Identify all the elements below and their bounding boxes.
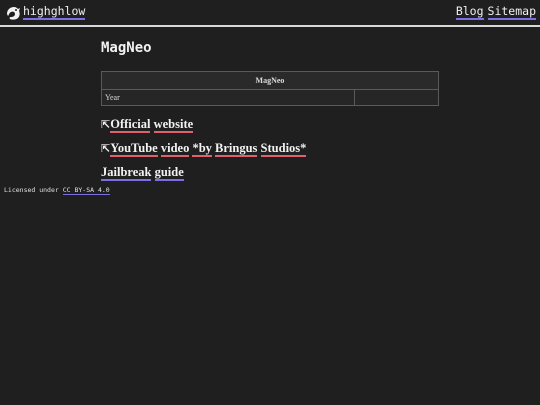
- link-word: video: [160, 141, 190, 157]
- nav-blog-link[interactable]: Blog: [455, 4, 484, 20]
- link-word: Jailbreak: [101, 165, 152, 181]
- site-name-link[interactable]: highghlow: [23, 5, 86, 20]
- main-content: MagNeo MagNeo Year ⇱Official website ⇱Yo…: [101, 38, 439, 189]
- top-bar: highghlow Blog Sitemap: [0, 0, 540, 27]
- license-text: Licensed under: [4, 186, 59, 194]
- top-nav: Blog Sitemap: [452, 4, 536, 20]
- infobox-value: [354, 89, 439, 106]
- page-title: MagNeo: [101, 40, 152, 56]
- external-link-icon: ⇱: [101, 118, 111, 131]
- external-link-icon: ⇱: [101, 142, 111, 155]
- license-link[interactable]: CC BY-SA 4.0: [62, 186, 110, 195]
- logo-icon[interactable]: [4, 4, 22, 22]
- youtube-video-link[interactable]: ⇱YouTube video *by Bringus Studios*: [101, 141, 307, 157]
- footer: Licensed under CC BY-SA 4.0: [4, 186, 110, 195]
- link-word: guide: [154, 165, 184, 181]
- link-word: Studios*: [260, 141, 307, 157]
- nav-sitemap-link[interactable]: Sitemap: [487, 4, 536, 20]
- link-word: Bringus: [215, 141, 258, 157]
- youtube-video-item: ⇱YouTube video *by Bringus Studios*: [101, 141, 439, 157]
- link-word: YouTube: [110, 141, 158, 157]
- jailbreak-guide-item: Jailbreak guide: [101, 165, 439, 181]
- link-word: website: [153, 117, 194, 133]
- link-word: *by: [192, 141, 212, 157]
- infobox-row: Year: [101, 89, 439, 106]
- link-list: ⇱Official website ⇱YouTube video *by Bri…: [101, 117, 439, 181]
- official-website-item: ⇱Official website: [101, 117, 439, 133]
- link-word: Official: [110, 117, 151, 133]
- infobox-label: Year: [101, 89, 355, 106]
- infobox-table: MagNeo Year: [101, 71, 439, 106]
- official-website-link[interactable]: ⇱Official website: [101, 117, 194, 133]
- jailbreak-guide-link[interactable]: Jailbreak guide: [101, 165, 184, 181]
- infobox-heading: MagNeo: [101, 71, 439, 90]
